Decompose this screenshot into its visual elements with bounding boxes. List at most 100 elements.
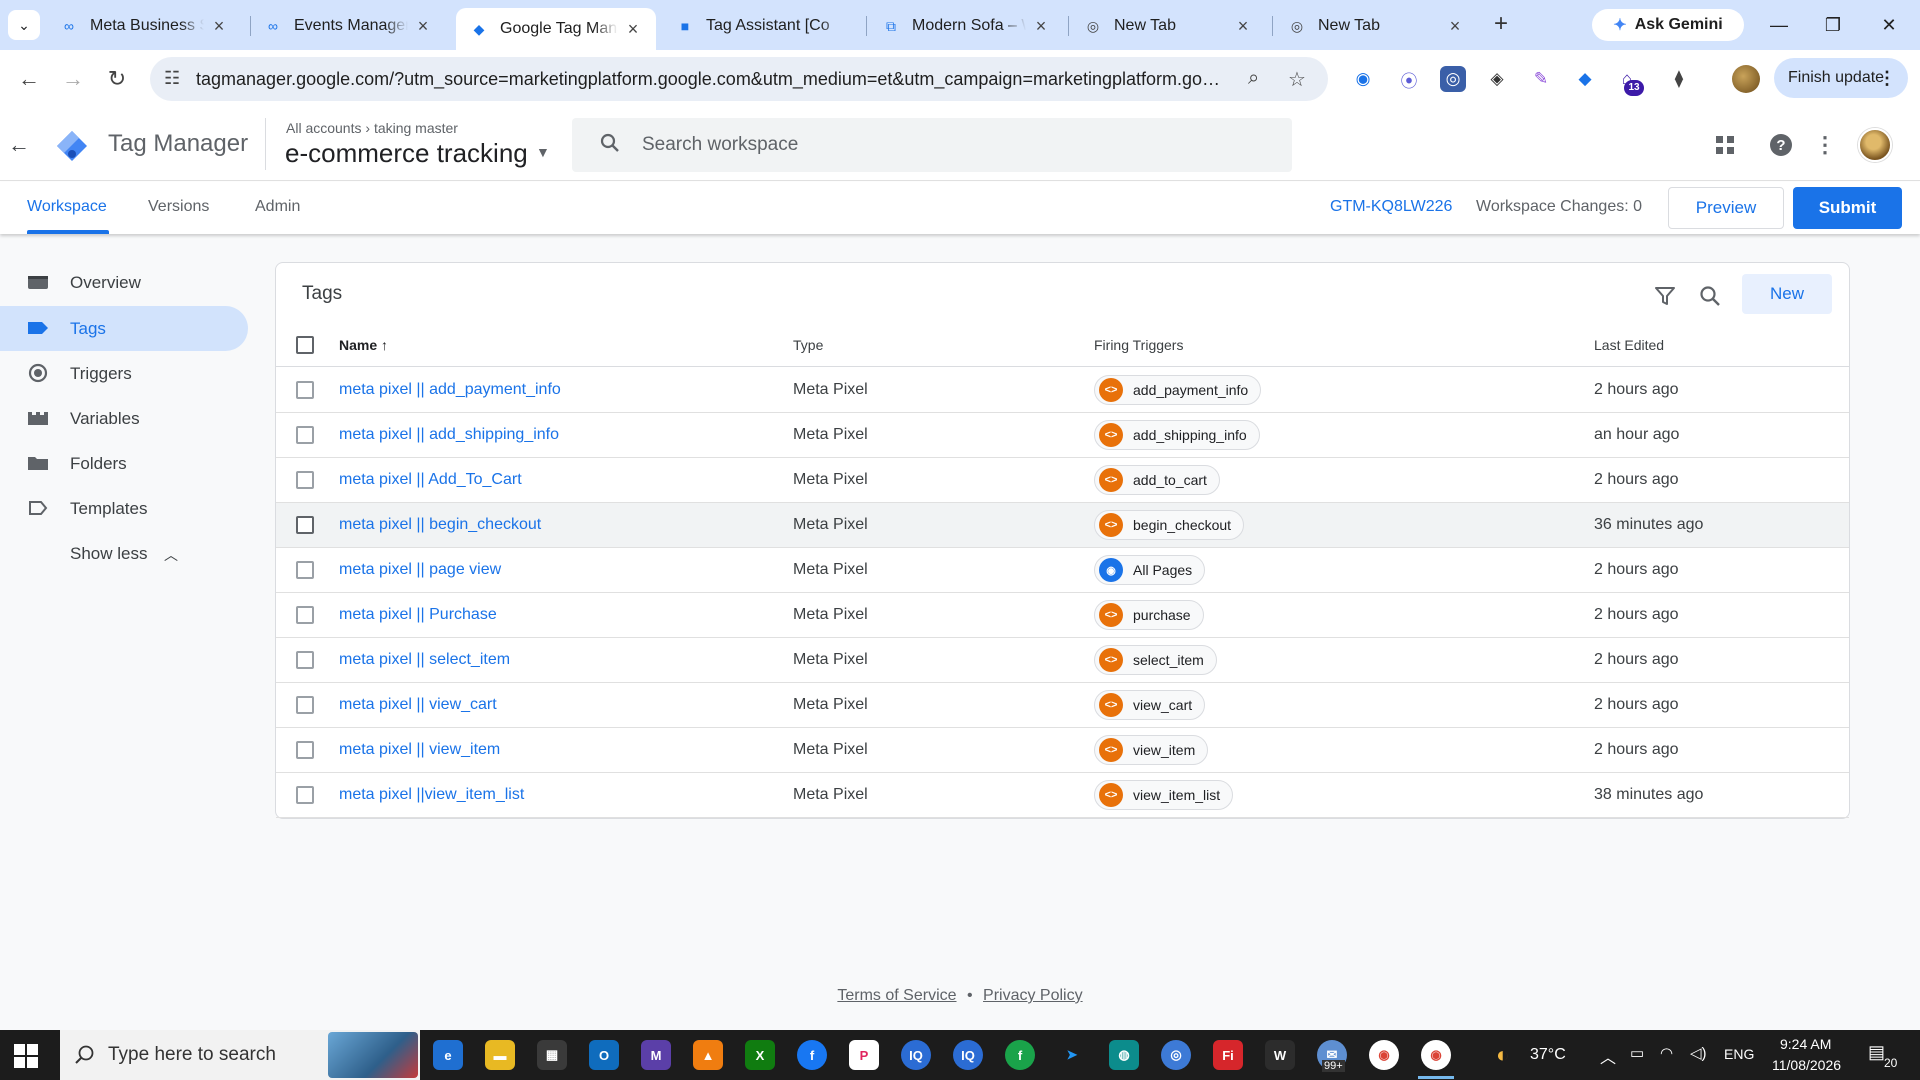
tag-name-link[interactable]: meta pixel || view_item [339,741,500,759]
tag-name-link[interactable]: meta pixel || view_cart [339,696,497,714]
filter-icon[interactable] [1652,283,1678,309]
tag-name-link[interactable]: meta pixel ||view_item_list [339,786,524,804]
close-icon[interactable]: × [1234,16,1252,37]
battery-icon[interactable]: ▭ [1630,1044,1644,1062]
tag-name-link[interactable]: meta pixel || select_item [339,651,510,669]
fiverr-icon[interactable]: f [1005,1040,1035,1070]
trigger-chip[interactable]: <> add_to_cart [1094,465,1220,495]
row-checkbox[interactable] [296,426,314,444]
trigger-chip[interactable]: <> purchase [1094,600,1204,630]
browser-tab[interactable]: ⧉ Modern Sofa – W × [868,8,1064,44]
sidebar-item-variables[interactable]: Variables [0,396,248,441]
vlc-icon[interactable]: ▲ [693,1040,723,1070]
trigger-chip[interactable]: <> add_payment_info [1094,375,1262,405]
search-icon[interactable] [1697,283,1723,309]
select-all-checkbox[interactable] [296,336,314,354]
row-checkbox[interactable] [296,561,314,579]
trigger-chip[interactable]: ◉ All Pages [1094,555,1206,585]
forward-button[interactable]: → [56,62,90,96]
taskbar-search[interactable]: Type here to search [60,1030,420,1080]
reload-button[interactable]: ↻ [100,62,134,96]
store-icon[interactable]: ▦ [537,1040,567,1070]
pdf-app-icon[interactable]: P [849,1040,879,1070]
browser-tab[interactable]: ◎ New Tab × [1274,8,1478,44]
workspace-search[interactable] [572,118,1292,172]
chrome-icon[interactable]: ◉ [1369,1040,1399,1070]
weather-icon[interactable]: ◐ [1496,1042,1509,1068]
extensions-puzzle-icon[interactable]: ⧫ [1666,66,1692,92]
iq-app-icon[interactable]: IQ [901,1040,931,1070]
table-row[interactable]: meta pixel || add_payment_info Meta Pixel… [276,368,1849,413]
clock-time[interactable]: 9:24 AM [1780,1036,1831,1052]
search-input[interactable] [642,118,1262,172]
browser-tab-active[interactable]: ◆ Google Tag Mana × [456,8,656,50]
xbox-icon[interactable]: X [745,1040,775,1070]
breadcrumb-account[interactable]: taking master [374,120,458,136]
close-icon[interactable]: × [210,16,228,37]
sidebar-item-tags[interactable]: Tags [0,306,248,351]
site-info-icon[interactable]: ☷ [164,68,180,89]
volume-icon[interactable]: ◁) [1690,1044,1707,1062]
edge-icon[interactable]: e [433,1040,463,1070]
wifi-icon[interactable]: ◠ [1660,1044,1673,1062]
minimize-button[interactable]: — [1756,8,1802,42]
breadcrumb-all-accounts[interactable]: All accounts [286,120,361,136]
more-vert-icon[interactable]: ⋮ [1812,132,1838,158]
caret-down-icon[interactable]: ▼ [536,144,550,160]
table-row[interactable]: meta pixel || select_item Meta Pixel <> sel… [276,638,1849,683]
trigger-chip[interactable]: <> begin_checkout [1094,510,1245,540]
preview-button[interactable]: Preview [1668,187,1784,229]
row-checkbox[interactable] [296,516,314,534]
apps-grid-icon[interactable] [1712,132,1738,158]
windows-start-icon[interactable] [14,1044,38,1068]
table-row[interactable]: meta pixel || Add_To_Cart Meta Pixel <> add… [276,458,1849,503]
outlook-icon[interactable]: O [589,1040,619,1070]
tag-name-link[interactable]: meta pixel || add_payment_info [339,381,561,399]
column-header-last-edited[interactable]: Last Edited [1594,337,1664,353]
show-less-toggle[interactable]: Show less ︿ [0,531,248,576]
tag-name-link[interactable]: meta pixel || Purchase [339,606,497,624]
iq-app-icon[interactable]: IQ [953,1040,983,1070]
sidebar-item-templates[interactable]: Templates [0,486,248,531]
terms-link[interactable]: Terms of Service [837,987,956,1004]
browser-tab[interactable]: ∞ Events Manager × [250,8,446,44]
trigger-chip[interactable]: <> view_item [1094,735,1209,765]
column-header-name[interactable]: Name ↑ [339,337,388,353]
trigger-chip[interactable]: <> select_item [1094,645,1217,675]
trigger-chip[interactable]: <> view_item_list [1094,780,1234,810]
container-id[interactable]: GTM-KQ8LW226 [1330,198,1452,216]
url-text[interactable]: tagmanager.google.com/?utm_source=market… [196,69,1226,90]
table-row[interactable]: meta pixel || view_cart Meta Pixel <> view_… [276,683,1849,728]
sidebar-item-triggers[interactable]: Triggers [0,351,248,396]
new-tab-button[interactable]: + [1486,10,1516,40]
send-icon[interactable]: ➤ [1057,1040,1087,1070]
notifications-icon[interactable]: ▤ [1868,1042,1885,1063]
browser-tab[interactable]: ◎ New Tab × [1070,8,1266,44]
close-icon[interactable]: × [1446,16,1464,37]
chrome-icon[interactable]: ◉ [1421,1040,1451,1070]
submit-button[interactable]: Submit [1793,187,1902,229]
container-selector[interactable]: e-commerce tracking [285,138,528,169]
facebook-icon[interactable]: f [797,1040,827,1070]
table-row[interactable]: meta pixel ||view_item_list Meta Pixel <> v… [276,773,1849,818]
w-app-icon[interactable]: W [1265,1040,1295,1070]
tag-name-link[interactable]: meta pixel || begin_checkout [339,516,541,534]
browser-profile-avatar[interactable] [1732,65,1760,93]
tab-workspace[interactable]: Workspace [27,198,107,216]
fi-app-icon[interactable]: Fi [1213,1040,1243,1070]
browser-tab[interactable]: ∞ Meta Business Su × [46,8,242,44]
bookmark-star-icon[interactable]: ☆ [1288,67,1306,92]
language-indicator[interactable]: ENG [1724,1046,1754,1062]
finish-update-button[interactable]: Finish update ⋮ [1774,58,1908,98]
tag-name-link[interactable]: meta pixel || add_shipping_info [339,426,559,444]
table-row[interactable]: meta pixel || add_shipping_info Meta Pixe… [276,413,1849,458]
table-row[interactable]: meta pixel || page view Meta Pixel ◉ All Pa… [276,548,1849,593]
m365-icon[interactable]: M [641,1040,671,1070]
new-tag-button[interactable]: New [1742,274,1832,314]
row-checkbox[interactable] [296,381,314,399]
extension-eye-icon[interactable]: ◉ [1350,66,1376,92]
avatar[interactable] [1858,128,1892,162]
fingerprint-app-icon[interactable]: ◍ [1109,1040,1139,1070]
clock-date[interactable]: 11/08/2026 [1772,1057,1841,1073]
address-bar[interactable]: ☷ tagmanager.google.com/?utm_source=mark… [150,57,1328,101]
